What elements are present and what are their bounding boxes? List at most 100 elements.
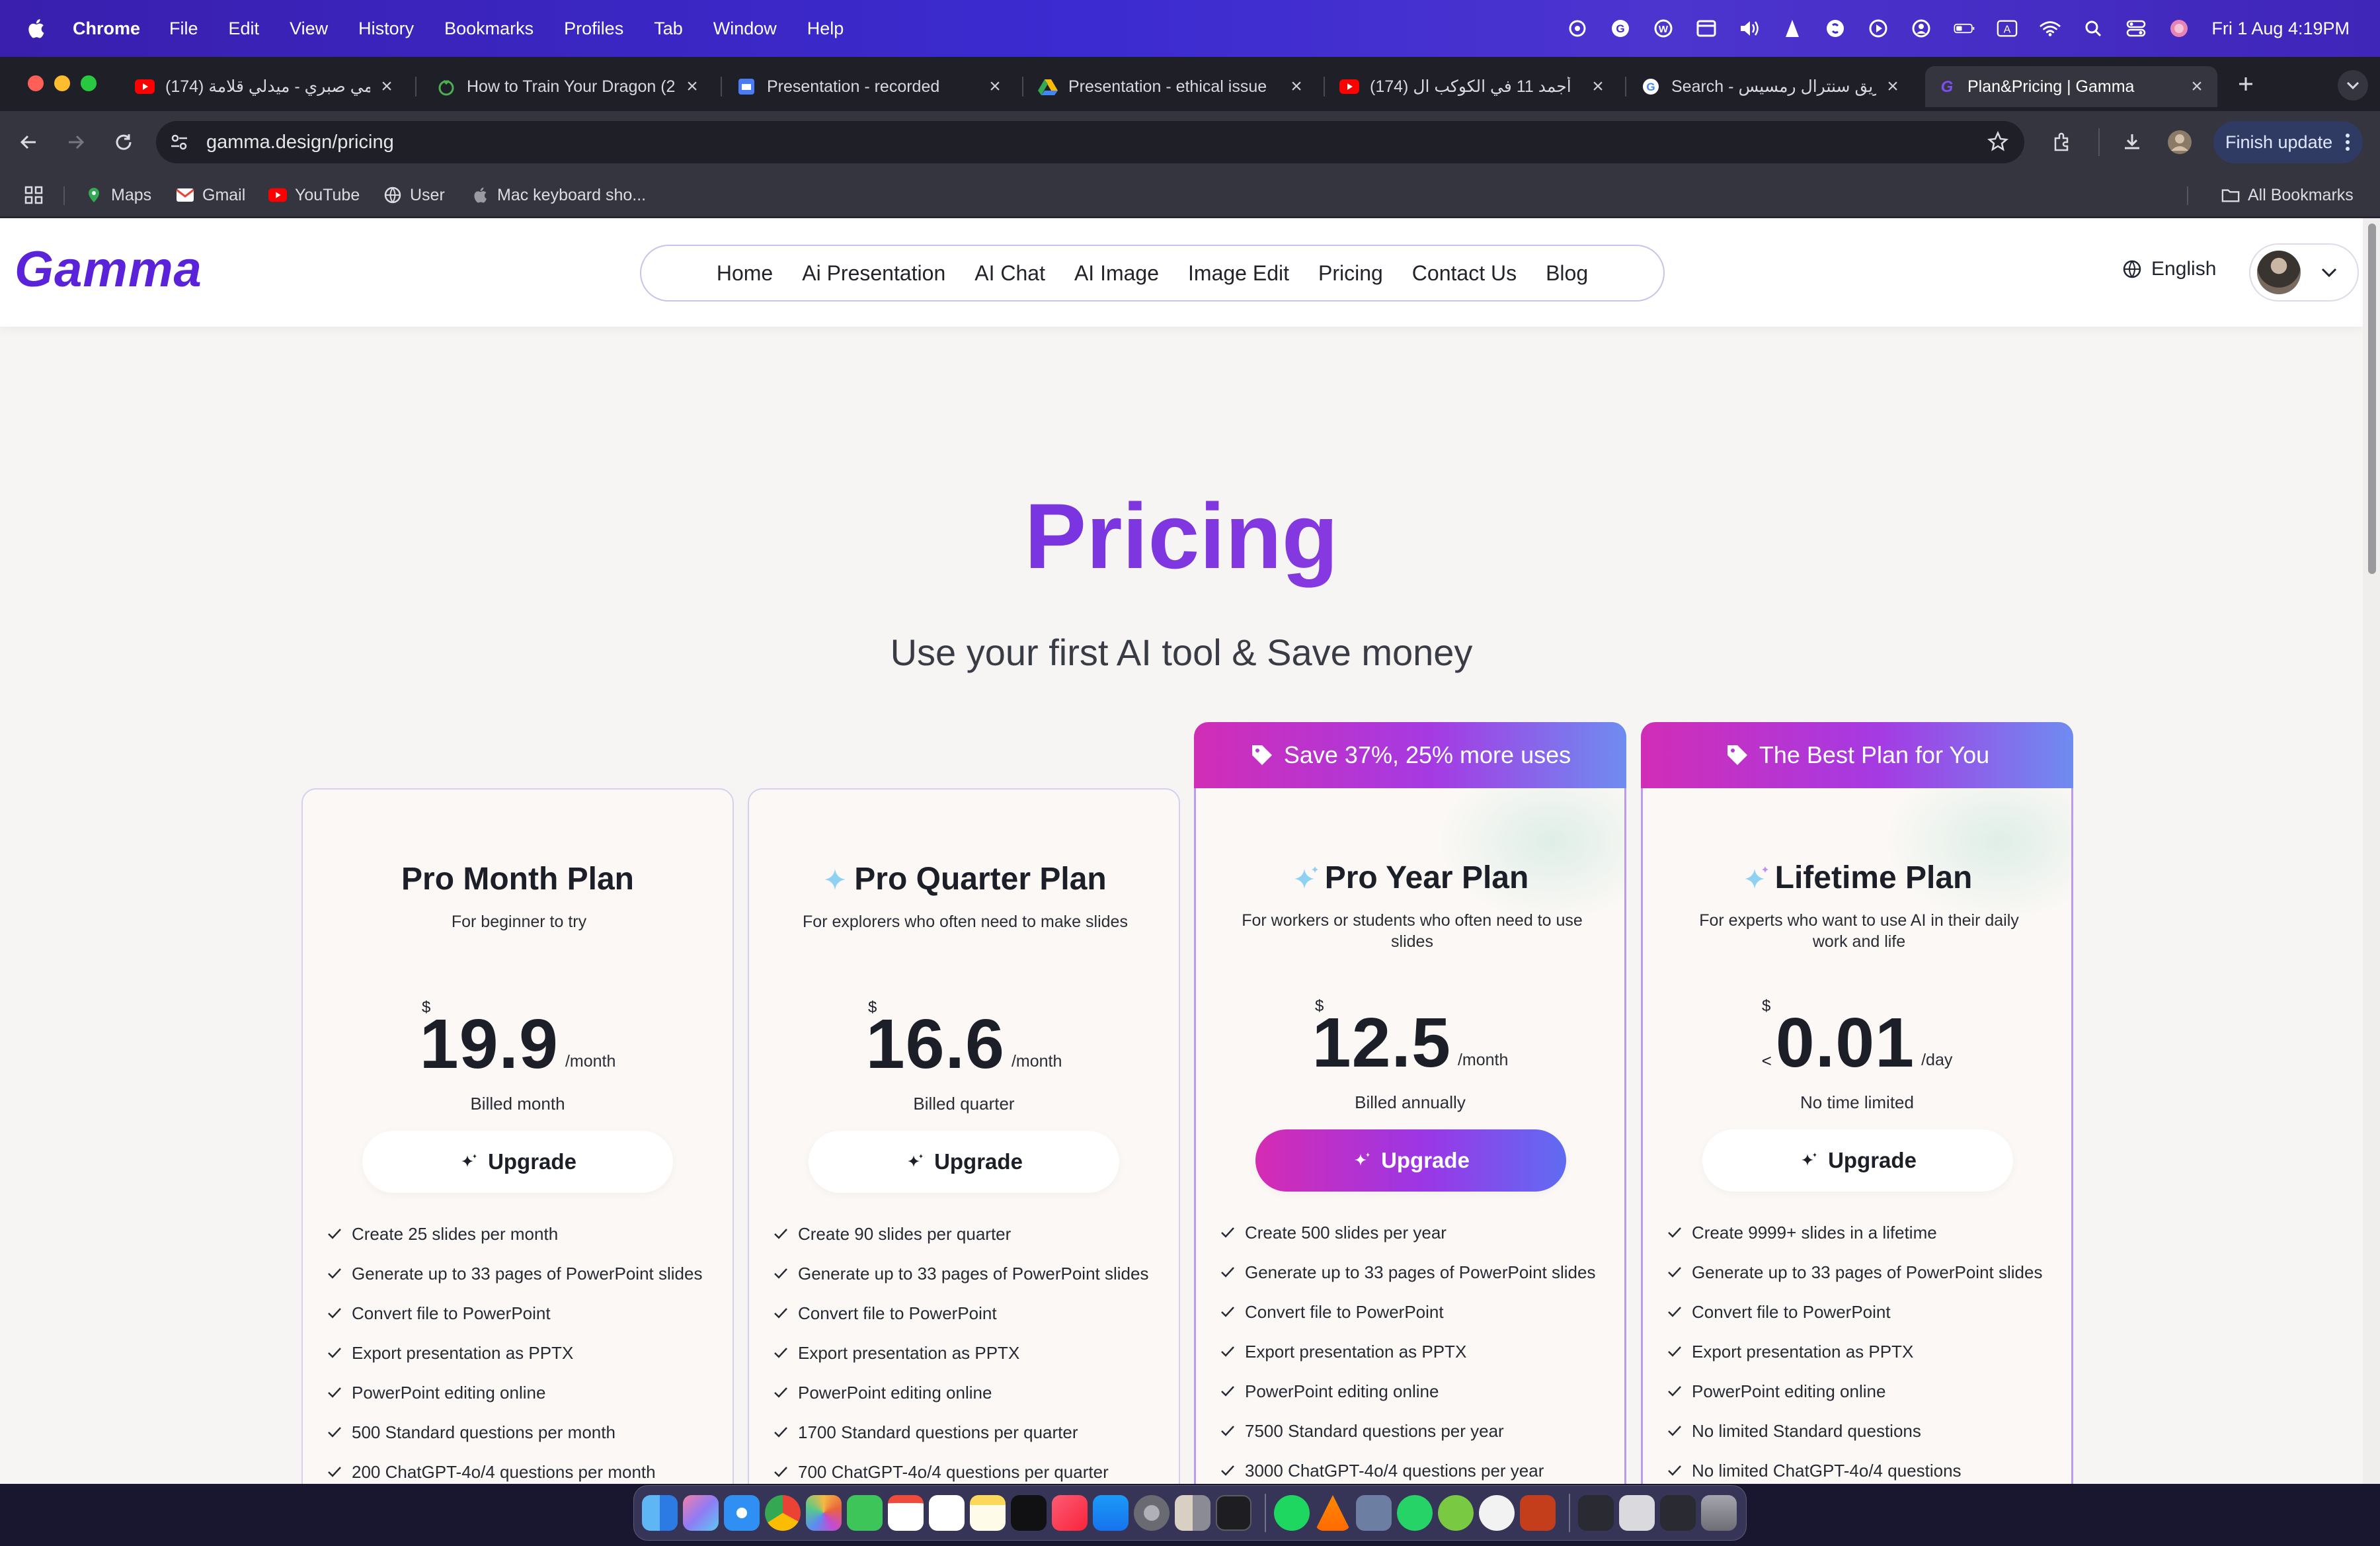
minimized-window-icon[interactable] <box>1660 1495 1696 1531</box>
menu-tab[interactable]: Tab <box>654 19 683 39</box>
close-tab-icon[interactable]: × <box>684 77 701 97</box>
finder-icon[interactable] <box>642 1495 678 1531</box>
reminders-icon[interactable] <box>929 1495 965 1531</box>
back-arrow-icon[interactable] <box>13 127 44 157</box>
zoom-window-button[interactable] <box>81 75 97 91</box>
scrollbar-thumb[interactable] <box>2368 224 2376 574</box>
profile-avatar-icon[interactable] <box>2164 127 2195 157</box>
nav-ai-chat[interactable]: AI Chat <box>974 261 1045 286</box>
trash-icon[interactable] <box>1701 1495 1737 1531</box>
tab-youtube-2[interactable]: (174) أجمد 11 في الكوكب ال × <box>1328 66 1618 107</box>
menu-view[interactable]: View <box>290 19 328 39</box>
tab-drive[interactable]: Presentation - ethical issue × <box>1026 66 1317 107</box>
tab-search-chevron-icon[interactable] <box>2338 70 2368 101</box>
bookmark-maps[interactable]: Maps <box>85 184 151 206</box>
vlc-status-icon[interactable] <box>1782 18 1803 39</box>
bookmark-gmail[interactable]: Gmail <box>176 184 245 206</box>
photos-icon[interactable] <box>806 1495 842 1531</box>
close-tab-icon[interactable]: × <box>1589 77 1606 97</box>
grammarly-status-icon[interactable]: G <box>1610 18 1631 39</box>
menu-profiles[interactable]: Profiles <box>564 19 623 39</box>
menu-bookmarks[interactable]: Bookmarks <box>444 19 534 39</box>
menu-help[interactable]: Help <box>807 19 844 39</box>
nav-pricing[interactable]: Pricing <box>1318 261 1383 286</box>
close-tab-icon[interactable]: × <box>1884 77 1901 97</box>
finish-update-button[interactable]: Finish update <box>2213 121 2363 163</box>
notes-icon[interactable] <box>970 1495 1006 1531</box>
reload-icon[interactable] <box>108 127 139 157</box>
tab-movie[interactable]: How to Train Your Dragon (2 × <box>424 66 713 107</box>
preview-window-icon[interactable] <box>1356 1495 1392 1531</box>
nav-image-edit[interactable]: Image Edit <box>1188 261 1289 286</box>
bookmark-user[interactable]: User <box>383 184 445 206</box>
upgrade-button[interactable]: Upgrade <box>1702 1129 2013 1192</box>
upgrade-button[interactable]: Upgrade <box>1255 1129 1566 1192</box>
close-tab-icon[interactable]: × <box>986 77 1004 97</box>
new-tab-icon[interactable] <box>2231 69 2261 99</box>
user-menu-button[interactable] <box>2249 243 2359 302</box>
bookmark-mac-keyboard[interactable]: Mac keyboard sho... <box>471 184 646 206</box>
facetime-icon[interactable] <box>847 1495 883 1531</box>
spotify-icon[interactable] <box>1274 1495 1310 1531</box>
siri-icon[interactable] <box>2168 18 2190 39</box>
nav-home[interactable]: Home <box>717 261 773 286</box>
menu-window[interactable]: Window <box>713 19 777 39</box>
preview-icon[interactable] <box>1175 1495 1210 1531</box>
vlc-icon[interactable] <box>1315 1495 1351 1531</box>
volume-icon[interactable] <box>1739 18 1760 39</box>
tab-slides[interactable]: Presentation - recorded × <box>725 66 1015 107</box>
shazam-status-icon[interactable] <box>1825 18 1846 39</box>
minimize-window-button[interactable] <box>54 75 70 91</box>
wordpress-status-icon[interactable]: W <box>1653 18 1674 39</box>
user-status-icon[interactable] <box>1911 18 1932 39</box>
close-window-button[interactable] <box>28 75 44 91</box>
tab-google-search[interactable]: G Search - حريق سنترال رمسيس × <box>1629 66 1913 107</box>
terminal-icon[interactable] <box>1216 1495 1251 1531</box>
safari-icon[interactable] <box>724 1495 760 1531</box>
utorrent-icon[interactable] <box>1438 1495 1474 1531</box>
menu-file[interactable]: File <box>169 19 198 39</box>
close-tab-icon[interactable]: × <box>1288 77 1305 97</box>
extensions-icon[interactable] <box>2047 127 2077 157</box>
menu-app-name[interactable]: Chrome <box>73 19 140 39</box>
chatgpt-icon[interactable] <box>1479 1495 1515 1531</box>
app-store-icon[interactable] <box>1093 1495 1129 1531</box>
powerpoint-icon[interactable] <box>1520 1495 1556 1531</box>
play-status-icon[interactable] <box>1868 18 1889 39</box>
menubar-clock[interactable]: Fri 1 Aug 4:19PM <box>2211 19 2350 39</box>
url-text[interactable]: gamma.design/pricing <box>206 132 394 153</box>
menu-history[interactable]: History <box>358 19 414 39</box>
scrollbar-track[interactable] <box>2363 218 2380 1484</box>
minimized-window-icon[interactable] <box>1619 1495 1655 1531</box>
window-status-icon[interactable] <box>1696 18 1717 39</box>
apple-tv-icon[interactable] <box>1011 1495 1047 1531</box>
close-tab-icon[interactable]: × <box>2188 77 2205 97</box>
wifi-icon[interactable] <box>2040 18 2061 39</box>
spotlight-search-icon[interactable] <box>2082 18 2104 39</box>
more-menu-icon[interactable] <box>2344 132 2351 152</box>
upgrade-button[interactable]: Upgrade <box>362 1131 673 1193</box>
chrome-icon[interactable] <box>765 1495 801 1531</box>
site-logo[interactable]: Gamma <box>15 241 202 298</box>
forward-arrow-icon[interactable] <box>61 127 91 157</box>
music-icon[interactable] <box>1052 1495 1088 1531</box>
nav-ai-presentation[interactable]: Ai Presentation <box>802 261 945 286</box>
launchpad-icon[interactable] <box>683 1495 719 1531</box>
chatgpt-status-icon[interactable] <box>1567 18 1588 39</box>
all-bookmarks-button[interactable]: All Bookmarks <box>2221 184 2354 206</box>
battery-icon[interactable] <box>1954 18 1975 39</box>
download-icon[interactable] <box>2117 127 2147 157</box>
nav-ai-image[interactable]: AI Image <box>1074 261 1159 286</box>
bookmark-youtube[interactable]: YouTube <box>268 184 360 206</box>
tab-gamma-pricing[interactable]: G Plan&Pricing | Gamma × <box>1925 66 2217 107</box>
minimized-window-icon[interactable] <box>1578 1495 1614 1531</box>
address-bar[interactable]: gamma.design/pricing <box>156 121 2024 163</box>
nav-contact-us[interactable]: Contact Us <box>1412 261 1517 286</box>
whatsapp-icon[interactable] <box>1397 1495 1433 1531</box>
close-tab-icon[interactable]: × <box>378 77 395 97</box>
input-source-icon[interactable]: A <box>1997 18 2018 39</box>
system-settings-icon[interactable] <box>1134 1495 1170 1531</box>
calendar-icon[interactable] <box>888 1495 924 1531</box>
apple-logo-icon[interactable] <box>26 18 45 39</box>
control-center-icon[interactable] <box>2125 18 2147 39</box>
